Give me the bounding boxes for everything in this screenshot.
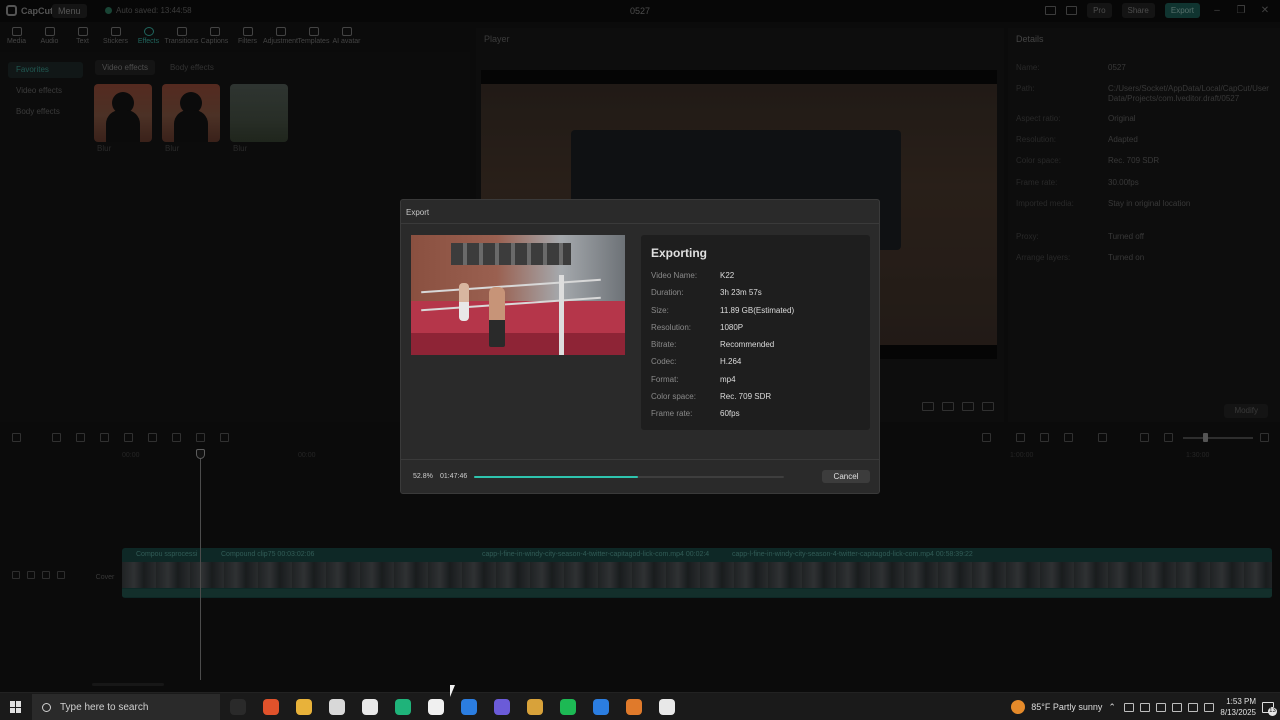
taskbar-apps [230, 699, 675, 715]
preview-fighter [489, 287, 505, 347]
export-progress-bar [474, 476, 784, 478]
taskbar-search[interactable]: Type here to search [32, 694, 220, 720]
capcut-icon[interactable] [362, 699, 378, 715]
spotify-icon[interactable] [560, 699, 576, 715]
export-status-heading: Exporting [651, 246, 707, 260]
system-tray: 85°F Partly sunny ⌃ 1:53 PM 8/13/2025 13 [1011, 696, 1277, 718]
notifications-icon[interactable]: 13 [1262, 701, 1277, 716]
tray-app-icon[interactable] [1124, 702, 1135, 712]
app-gold-icon[interactable] [527, 699, 543, 715]
app-orange-icon[interactable] [626, 699, 642, 715]
cancel-button[interactable]: Cancel [822, 470, 870, 483]
weather-icon[interactable] [1011, 700, 1026, 714]
task-view-icon[interactable] [230, 699, 246, 715]
mouse-cursor-icon [450, 685, 460, 697]
progress-percent: 52.8% [413, 473, 433, 480]
file-explorer-icon[interactable] [296, 699, 312, 715]
start-button[interactable] [10, 701, 22, 713]
chevron-up-icon[interactable]: ⌃ [1108, 702, 1118, 713]
divider [401, 459, 879, 460]
network-icon[interactable] [1188, 702, 1199, 712]
clock[interactable]: 1:53 PM 8/13/2025 [1220, 696, 1256, 718]
clock-time: 1:53 PM [1226, 697, 1256, 706]
volume-icon[interactable] [1204, 702, 1215, 712]
battery-icon[interactable] [1172, 702, 1183, 712]
app-blue-icon[interactable] [461, 699, 477, 715]
weather-text[interactable]: 85°F Partly sunny [1031, 702, 1102, 712]
app-s-icon[interactable] [593, 699, 609, 715]
preview-corner-post [559, 275, 564, 355]
clock-date: 8/13/2025 [1220, 708, 1256, 717]
preview-windows [451, 243, 571, 265]
chrome-icon[interactable] [329, 699, 345, 715]
export-preview-thumbnail [411, 235, 625, 355]
app-green-icon[interactable] [395, 699, 411, 715]
export-info: Exporting Video Name: K22 Duration: 3h 23m… [641, 235, 870, 430]
x-icon[interactable] [428, 699, 444, 715]
search-placeholder: Type here to search [60, 701, 149, 713]
elapsed-time: 01:47:46 [440, 473, 468, 480]
tray-app-icon[interactable] [1140, 702, 1151, 712]
dialog-title: Export [406, 208, 430, 217]
capcut-window: CapCut Menu Auto saved: 13:44:58 0527 Pr… [0, 0, 1280, 692]
windows-taskbar: Type here to search 85°F Partly sunny ⌃ … [0, 692, 1280, 720]
export-dialog: Export Exporting Video Name: K22 Duration… [400, 199, 880, 494]
app-purple-icon[interactable] [494, 699, 510, 715]
export-progress-fill [474, 476, 638, 478]
preview-fighter [459, 283, 469, 321]
divider [401, 223, 879, 224]
search-icon [42, 702, 51, 712]
microphone-tray-icon[interactable] [1156, 702, 1167, 712]
notification-count: 13 [1268, 706, 1277, 716]
brave-icon[interactable] [263, 699, 279, 715]
preview-apron [411, 333, 625, 355]
capcut-active-icon[interactable] [659, 699, 675, 715]
